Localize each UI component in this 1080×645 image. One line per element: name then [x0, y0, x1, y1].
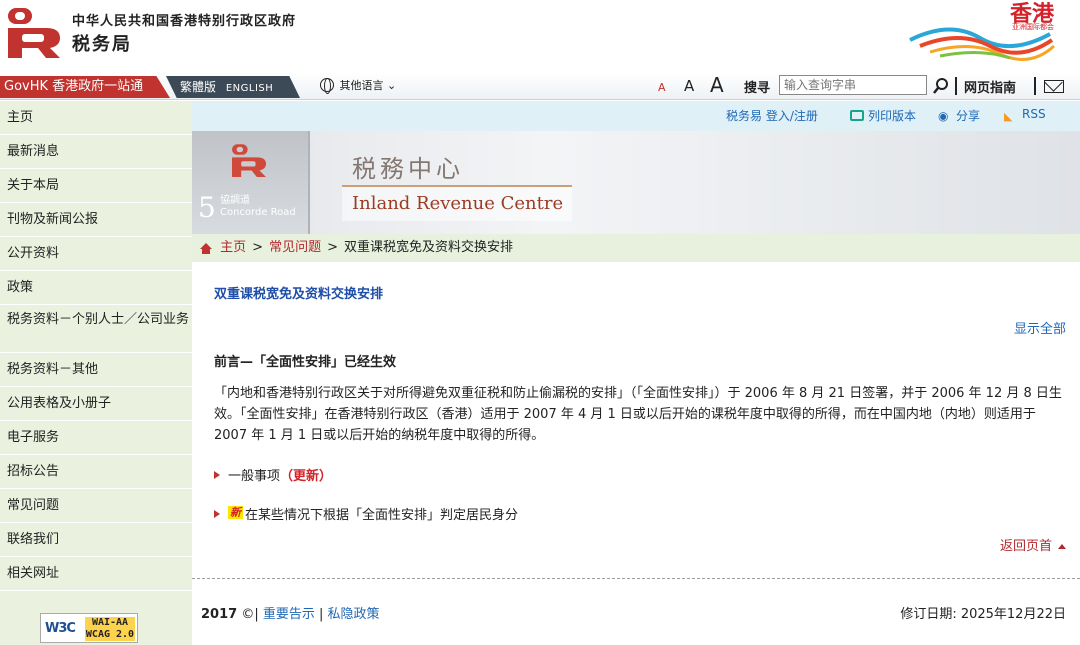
brand-hong-kong[interactable]: 香港 亚洲国际都会: [880, 0, 1060, 68]
sidebar-item-public-info[interactable]: 公开资料: [0, 237, 192, 271]
site-guide-link[interactable]: 网页指南: [964, 77, 1016, 96]
print-version-link[interactable]: 列印版本: [868, 107, 916, 124]
updated-badge: （更新）: [280, 469, 333, 484]
breadcrumb-separator: >: [252, 240, 264, 255]
footer-left: 2017 ©| 重要告示 | 私隐政策: [201, 603, 380, 622]
language-switch: 繁體版 ENGLISH: [166, 76, 300, 98]
building-number: 5: [198, 191, 216, 224]
brand-subtitle: 亚洲国际都会: [1012, 23, 1054, 31]
road-name-en: Concorde Road: [220, 207, 296, 218]
font-size-large-button[interactable]: A: [710, 73, 724, 97]
font-size-medium-button[interactable]: A: [684, 77, 694, 95]
english-link[interactable]: ENGLISH: [226, 83, 273, 94]
sidebar-item-e-services[interactable]: 电子服务: [0, 421, 192, 455]
sidebar-item-publications[interactable]: 刊物及新闻公报: [0, 203, 192, 237]
wai-line1: WAI-AA: [91, 617, 129, 628]
banner-image: 5 協調道 Concorde Road 税務中心 Inland Revenue …: [192, 131, 1080, 234]
other-language-dropdown[interactable]: 其他语言 ⌄: [320, 77, 396, 95]
road-name: 協調道 Concorde Road: [220, 195, 296, 219]
sidebar-item-links[interactable]: 相关网址: [0, 557, 192, 591]
sidebar-item-tenders[interactable]: 招标公告: [0, 455, 192, 489]
utility-bar: 税务易 登入/注册 列印版本 ◉ 分享 ◣ RSS: [192, 101, 1080, 131]
divider: [1034, 77, 1036, 95]
new-badge-icon: 新: [228, 506, 243, 519]
section-heading: 前言—「全面性安排」已经生效: [214, 355, 397, 370]
breadcrumb-separator: >: [327, 240, 338, 255]
mail-icon[interactable]: [1044, 80, 1064, 93]
top-nav-bar: GovHK 香港政府一站通 繁體版 ENGLISH 其他语言 ⌄ A A A 搜…: [0, 72, 1080, 100]
road-name-cn: 協調道: [220, 195, 250, 206]
footer-separator: |: [319, 607, 324, 622]
printer-icon: [850, 110, 864, 121]
footer-divider: [192, 578, 1080, 579]
etax-login-link[interactable]: 税务易 登入/注册: [726, 107, 818, 124]
residence-link[interactable]: 在某些情况下根据「全面性安排」判定居民身分: [245, 508, 518, 523]
ird-building-logo-icon: [232, 144, 266, 177]
footer-year: 2017: [201, 607, 238, 622]
sidebar-item-forms[interactable]: 公用表格及小册子: [0, 387, 192, 421]
sidebar-nav: 主页 最新消息 关于本局 刊物及新闻公报 公开资料 政策 税务资料－个别人士／公…: [0, 101, 192, 645]
sidebar-item-contact[interactable]: 联络我们: [0, 523, 192, 557]
share-icon: ◉: [938, 109, 949, 123]
trad-chinese-link[interactable]: 繁體版: [180, 80, 216, 94]
list-item-general[interactable]: 一般事项（更新）: [214, 465, 332, 484]
arrow-up-icon: [1058, 544, 1066, 549]
back-to-top-link[interactable]: 返回页首: [1000, 535, 1066, 554]
building-name-cn: 税務中心: [352, 155, 464, 183]
wcag-badge[interactable]: W3C WAI-AA WCAG 2.0: [40, 613, 138, 643]
privacy-policy-link[interactable]: 私隐政策: [328, 607, 380, 622]
sidebar-item-tax-individual[interactable]: 税务资料－个别人士／公司业务: [0, 305, 192, 353]
intro-paragraph: 「内地和香港特别行政区关于对所得避免双重征税和防止偷漏税的安排」（「全面性安排」…: [214, 386, 1062, 443]
building-name-en: Inland Revenue Centre: [352, 193, 564, 214]
globe-icon: [320, 78, 334, 94]
sidebar-item-faq[interactable]: 常见问题: [0, 489, 192, 523]
back-to-top-label: 返回页首: [999, 539, 1052, 554]
dept-name: 税务局: [72, 34, 132, 55]
rss-icon: ◣: [1004, 110, 1013, 123]
search-icon[interactable]: [930, 75, 952, 97]
triangle-right-icon: [214, 471, 220, 479]
gov-name: 中华人民共和国香港特别行政区政府: [72, 14, 297, 29]
home-icon: [200, 243, 212, 254]
site-header: 中华人民共和国香港特别行政区政府 税务局 香港 亚洲国际都会: [0, 0, 1080, 72]
ird-logo-icon[interactable]: [6, 6, 62, 58]
breadcrumb-current: 双重课税宽免及资料交换安排: [343, 240, 513, 255]
other-language-label: 其他语言: [339, 79, 384, 92]
sidebar-item-tax-other[interactable]: 税务资料－其他: [0, 353, 192, 387]
breadcrumb-faq[interactable]: 常见问题: [269, 240, 321, 255]
wai-line2: WCAG 2.0: [85, 629, 135, 640]
font-size-small-button[interactable]: A: [658, 81, 666, 94]
page-title: 双重课税宽免及资料交换安排: [214, 287, 384, 302]
breadcrumb-home[interactable]: 主页: [220, 240, 246, 255]
sidebar-item-home[interactable]: 主页: [0, 101, 192, 135]
w3c-logo: W3C: [45, 621, 76, 636]
govhk-link[interactable]: GovHK 香港政府一站通: [0, 76, 170, 98]
divider: [955, 77, 957, 95]
important-notice-link[interactable]: 重要告示: [263, 607, 315, 622]
show-all-link[interactable]: 显示全部: [1014, 318, 1066, 337]
search-label: 搜寻: [744, 81, 771, 96]
search-input[interactable]: [779, 75, 927, 95]
list-item-residence[interactable]: 新在某些情况下根据「全面性安排」判定居民身分: [214, 504, 518, 523]
sidebar-item-news[interactable]: 最新消息: [0, 135, 192, 169]
share-link[interactable]: 分享: [956, 107, 980, 124]
general-matters-link[interactable]: 一般事项: [228, 469, 280, 484]
triangle-right-icon: [214, 510, 220, 518]
revision-date: 修订日期: 2025年12月22日: [900, 607, 1066, 622]
rss-link[interactable]: RSS: [1022, 107, 1046, 121]
sidebar-item-about[interactable]: 关于本局: [0, 169, 192, 203]
wai-aa-label: WAI-AA WCAG 2.0: [85, 617, 135, 641]
footer-copyright: ©|: [241, 607, 259, 622]
sidebar-item-policy[interactable]: 政策: [0, 271, 192, 305]
chevron-down-icon: ⌄: [387, 79, 397, 92]
breadcrumb: 主页 > 常见问题 > 双重课税宽免及资料交换安排: [192, 234, 1080, 262]
